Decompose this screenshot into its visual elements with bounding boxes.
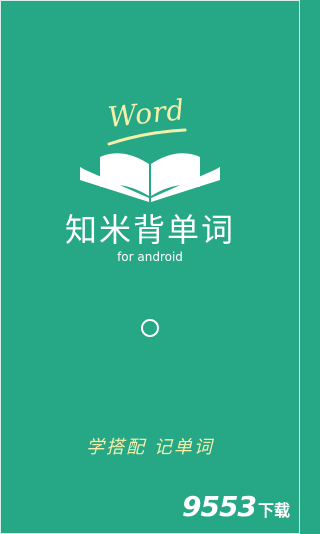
- loading-spinner: [141, 319, 159, 337]
- tagline: 学搭配 记单词: [86, 437, 214, 458]
- app-subtitle: for android: [117, 250, 183, 264]
- watermark-number: 9553: [182, 490, 257, 523]
- watermark-suffix: 下载: [257, 501, 290, 520]
- watermark-logo: 9553 下载: [182, 492, 290, 522]
- app-title: 知米背单词: [64, 211, 235, 249]
